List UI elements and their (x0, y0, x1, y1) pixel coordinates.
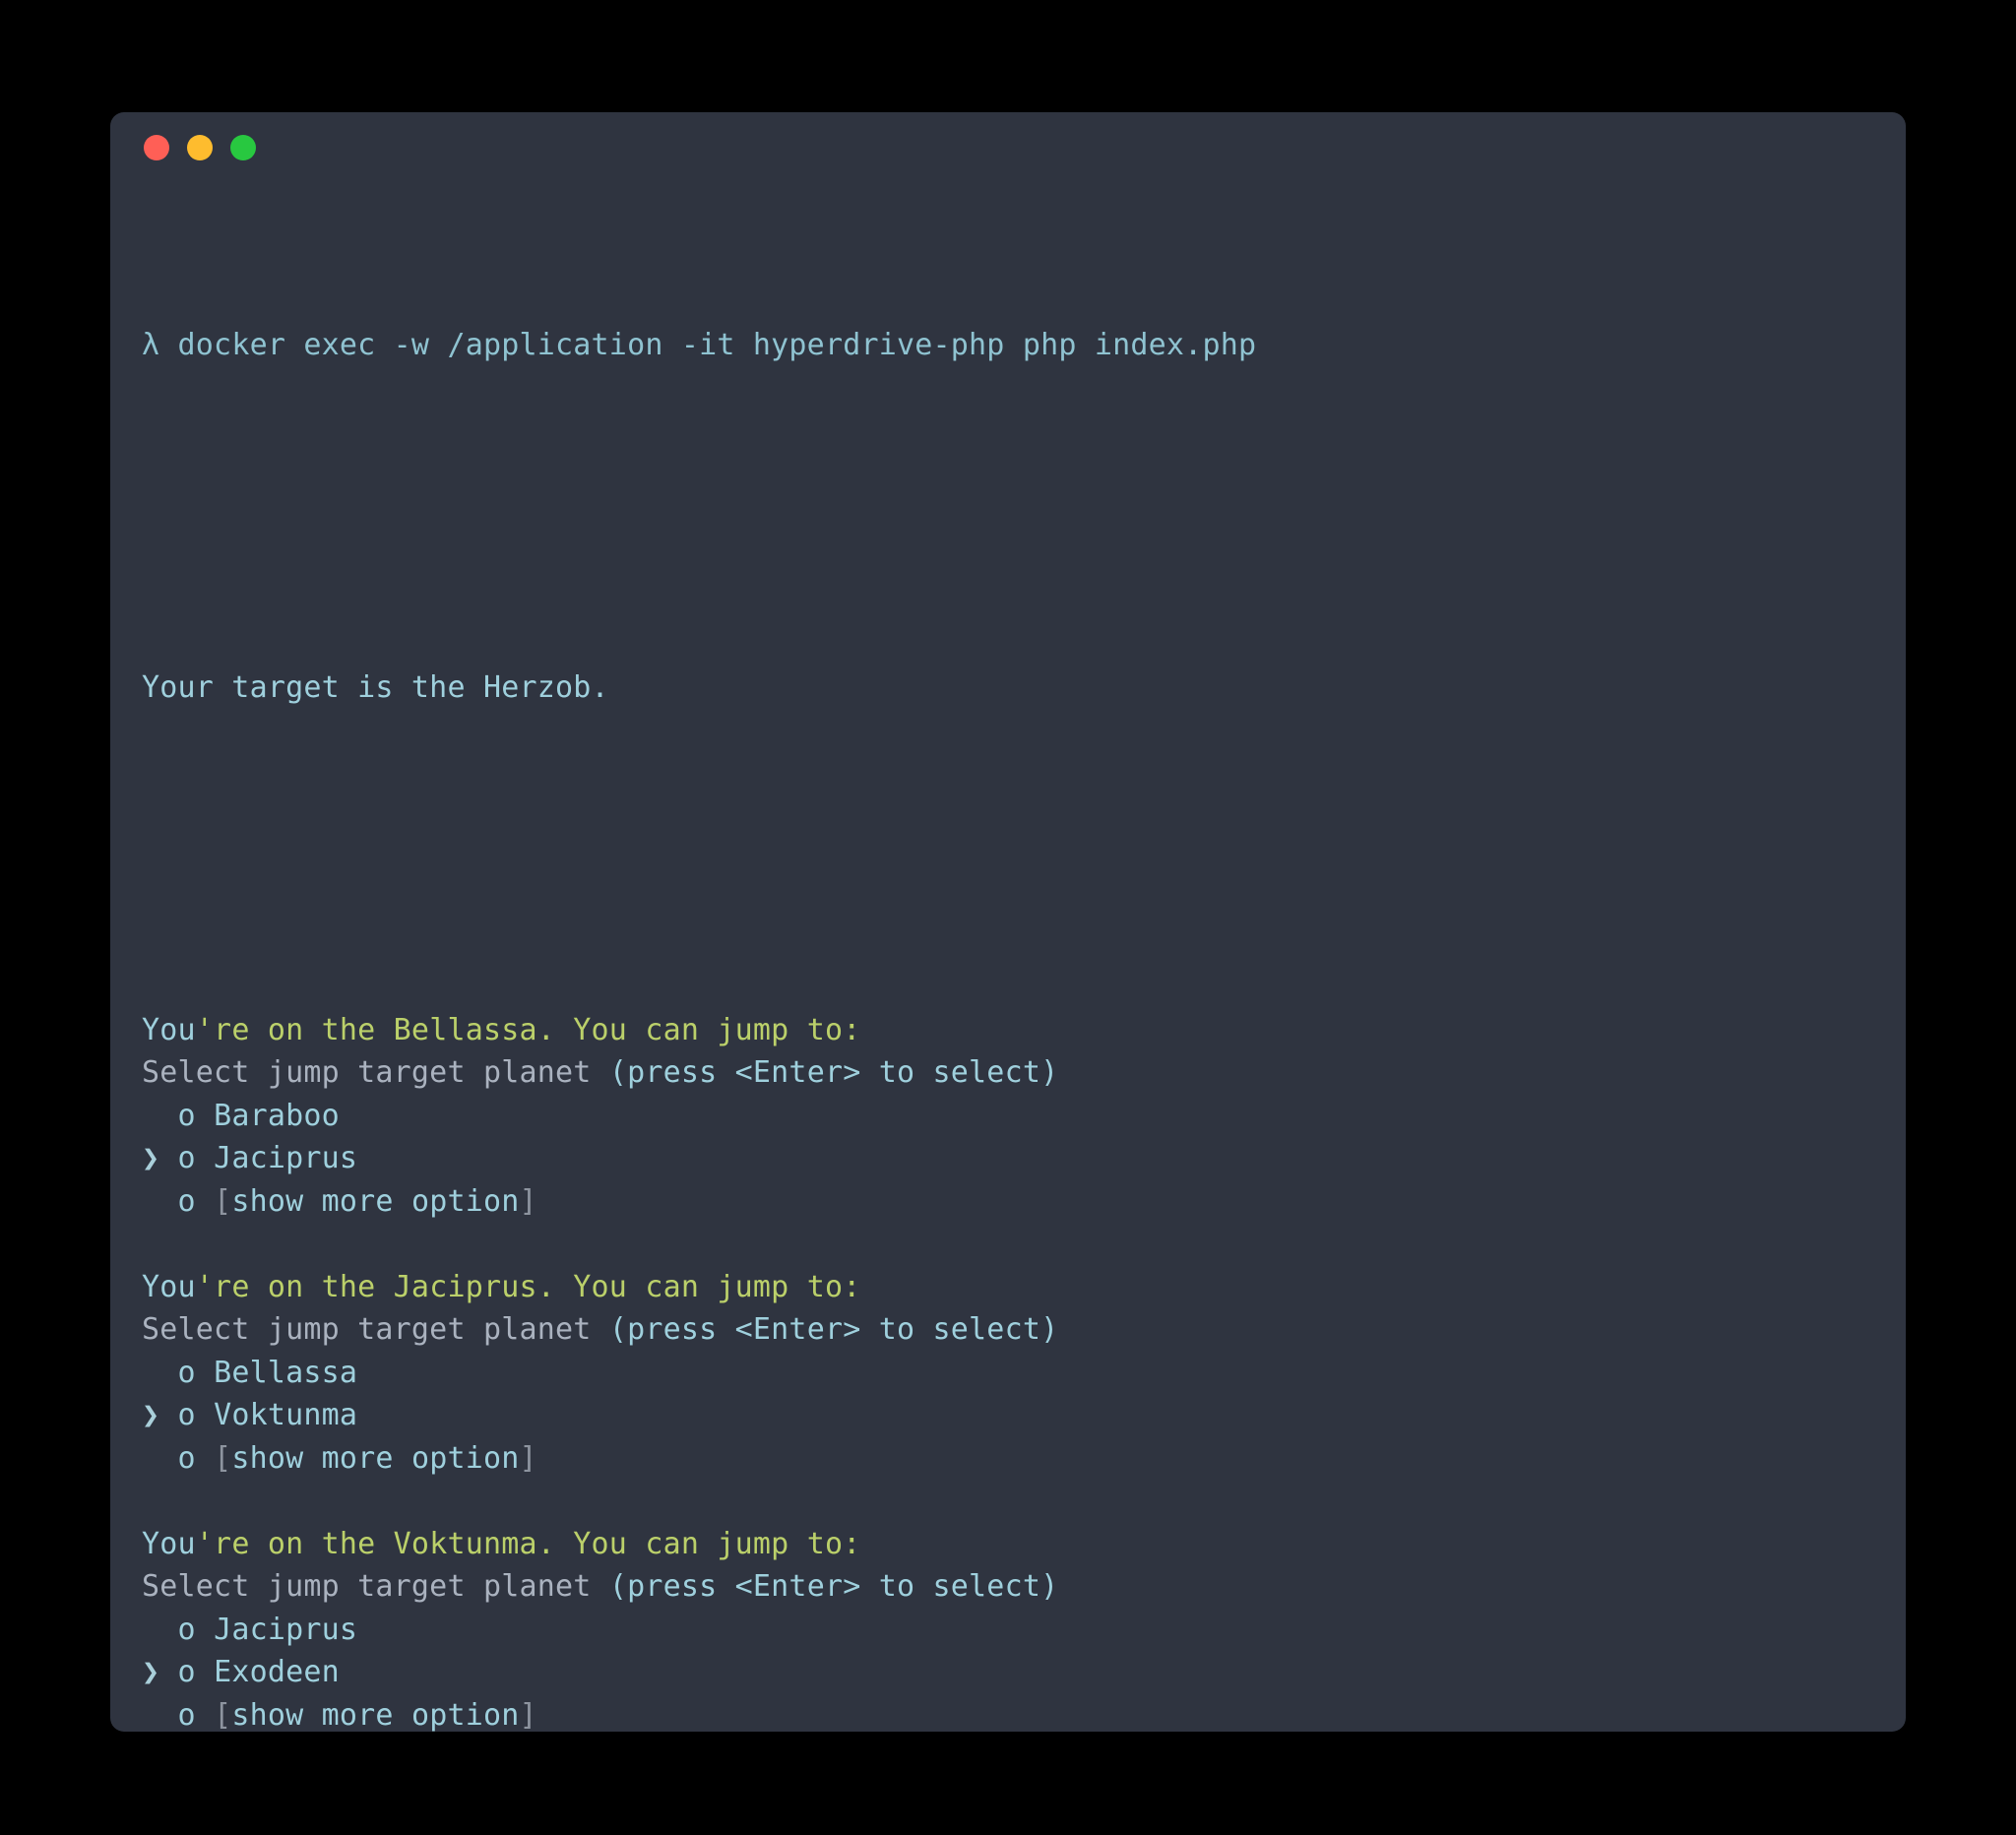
jump-group: You're on the Jaciprus. You can jump to:… (142, 1266, 1866, 1523)
option-bullet-icon: o (177, 1612, 215, 1647)
target-text: Your target is the Herzob. (142, 669, 609, 705)
option-bullet-icon: o (177, 1141, 215, 1175)
option-row[interactable]: o [show more option] (142, 1180, 1866, 1224)
option-row-selected[interactable]: ❯ o Jaciprus (142, 1137, 1866, 1180)
option-label: show more option (231, 1183, 520, 1219)
prompt-symbol: λ (142, 327, 160, 362)
group-header-prefix: You (142, 1012, 196, 1047)
target-line: Your target is the Herzob. (142, 666, 1866, 710)
selection-arrow-icon: ❯ (142, 1398, 178, 1432)
bracket-close: ] (519, 1697, 537, 1733)
selection-arrow-icon (142, 1184, 178, 1219)
group-header-suffix: 're on the Jaciprus. You can jump to: (195, 1269, 861, 1304)
selection-arrow-icon: ❯ (142, 1141, 178, 1175)
option-bullet-icon: o (177, 1183, 215, 1219)
terminal-window: λ docker exec -w /application -it hyperd… (110, 112, 1906, 1732)
option-bullet-icon: o (177, 1355, 215, 1390)
option-row[interactable]: o Bellassa (142, 1352, 1866, 1395)
command-line: λ docker exec -w /application -it hyperd… (142, 324, 1866, 367)
minimize-button[interactable] (187, 135, 213, 160)
group-header-prefix: You (142, 1526, 196, 1561)
option-row[interactable]: o [show more option] (142, 1694, 1866, 1733)
option-label: show more option (231, 1697, 520, 1733)
select-prompt-hint: (press <Enter> to select) (608, 1312, 1059, 1347)
group-header: You're on the Bellassa. You can jump to: (142, 1009, 1866, 1052)
selection-arrow-icon (142, 1099, 178, 1133)
select-prompt-label: Select jump target planet (142, 1055, 609, 1090)
close-button[interactable] (144, 135, 169, 160)
screen: λ docker exec -w /application -it hyperd… (0, 0, 2016, 1835)
option-row[interactable]: o Jaciprus (142, 1609, 1866, 1652)
maximize-button[interactable] (230, 135, 256, 160)
group-header: You're on the Voktunma. You can jump to: (142, 1523, 1866, 1566)
bracket-open: [ (214, 1697, 232, 1733)
select-prompt-label: Select jump target planet (142, 1312, 609, 1347)
terminal-titlebar (110, 112, 1906, 183)
select-prompt: Select jump target planet (press <Enter>… (142, 1308, 1866, 1352)
select-prompt: Select jump target planet (press <Enter>… (142, 1565, 1866, 1609)
option-row-selected[interactable]: ❯ o Voktunma (142, 1394, 1866, 1437)
bracket-close: ] (519, 1183, 537, 1219)
command-text: docker exec -w /application -it hyperdri… (177, 327, 1257, 362)
option-row[interactable]: o Baraboo (142, 1095, 1866, 1138)
group-header-suffix: 're on the Voktunma. You can jump to: (195, 1526, 861, 1561)
select-prompt-hint: (press <Enter> to select) (608, 1055, 1059, 1090)
jump-group: You're on the Bellassa. You can jump to:… (142, 1009, 1866, 1266)
select-prompt-hint: (press <Enter> to select) (608, 1569, 1059, 1604)
option-label: Voktunma (214, 1398, 358, 1432)
selection-arrow-icon: ❯ (142, 1655, 178, 1689)
option-bullet-icon: o (177, 1655, 215, 1689)
option-label: Jaciprus (214, 1612, 358, 1647)
group-header: You're on the Jaciprus. You can jump to: (142, 1266, 1866, 1309)
select-prompt-label: Select jump target planet (142, 1569, 609, 1604)
option-label: Baraboo (214, 1098, 340, 1133)
selection-arrow-icon (142, 1441, 178, 1476)
option-bullet-icon: o (177, 1398, 215, 1432)
group-header-suffix: 're on the Bellassa. You can jump to: (195, 1012, 861, 1047)
option-label: Bellassa (214, 1355, 358, 1390)
bracket-open: [ (214, 1440, 232, 1476)
option-label: Jaciprus (214, 1141, 358, 1175)
jump-group: You're on the Voktunma. You can jump to:… (142, 1523, 1866, 1733)
group-header-prefix: You (142, 1269, 196, 1304)
bracket-close: ] (519, 1440, 537, 1476)
option-label: Exodeen (214, 1655, 340, 1689)
selection-arrow-icon (142, 1698, 178, 1733)
option-label: show more option (231, 1440, 520, 1476)
selection-arrow-icon (142, 1613, 178, 1647)
option-bullet-icon: o (177, 1440, 215, 1476)
option-row-selected[interactable]: ❯ o Exodeen (142, 1651, 1866, 1694)
option-bullet-icon: o (177, 1697, 215, 1733)
option-row[interactable]: o [show more option] (142, 1437, 1866, 1481)
bracket-open: [ (214, 1183, 232, 1219)
select-prompt: Select jump target planet (press <Enter>… (142, 1051, 1866, 1095)
selection-arrow-icon (142, 1356, 178, 1390)
jump-groups: You're on the Bellassa. You can jump to:… (142, 1009, 1866, 1733)
terminal-output[interactable]: λ docker exec -w /application -it hyperd… (110, 183, 1906, 1733)
option-bullet-icon: o (177, 1098, 215, 1133)
